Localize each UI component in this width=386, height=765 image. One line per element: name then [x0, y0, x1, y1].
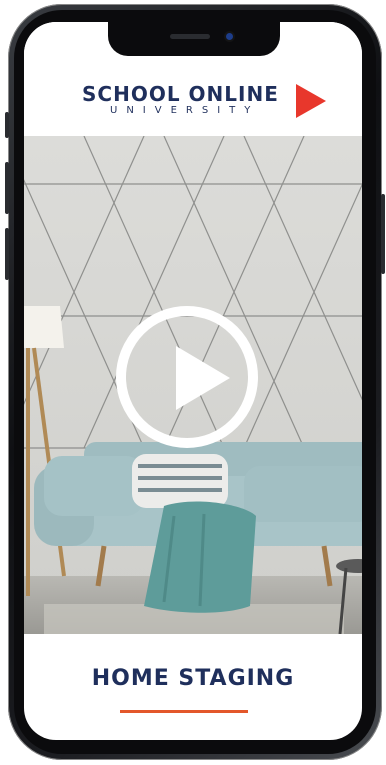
power-button — [381, 194, 385, 274]
silent-switch — [5, 112, 9, 138]
page-title: HOME STAGING — [91, 666, 295, 691]
speaker-grille — [170, 34, 210, 39]
logo-wordmark: SCHOOL ONLINE — [82, 82, 279, 106]
logo-subtitle: UNIVERSITY — [110, 105, 260, 116]
video-player[interactable] — [24, 136, 362, 634]
volume-down-button — [5, 228, 9, 280]
play-icon — [176, 346, 230, 410]
volume-up-button — [5, 162, 9, 214]
title-underline — [120, 710, 248, 713]
front-camera — [226, 33, 233, 40]
logo-play-icon — [296, 84, 326, 118]
phone-notch — [108, 22, 280, 56]
brand-logo[interactable]: SCHOOL ONLINE UNIVERSITY — [82, 82, 332, 122]
phone-screen: SCHOOL ONLINE UNIVERSITY HOME STAGING — [24, 22, 362, 740]
play-button[interactable] — [116, 306, 258, 448]
